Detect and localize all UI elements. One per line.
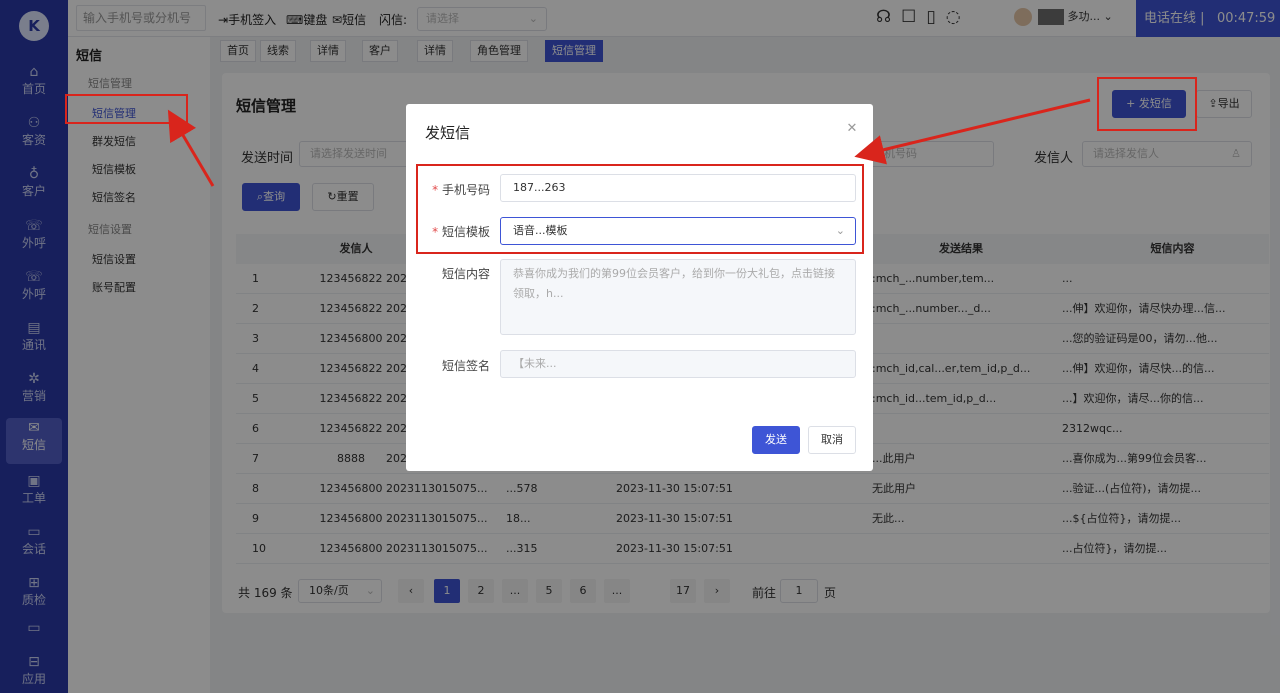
arrow-to-form <box>854 98 1091 165</box>
annotation-arrows <box>167 98 1091 187</box>
arrow-to-submenu <box>167 109 215 187</box>
